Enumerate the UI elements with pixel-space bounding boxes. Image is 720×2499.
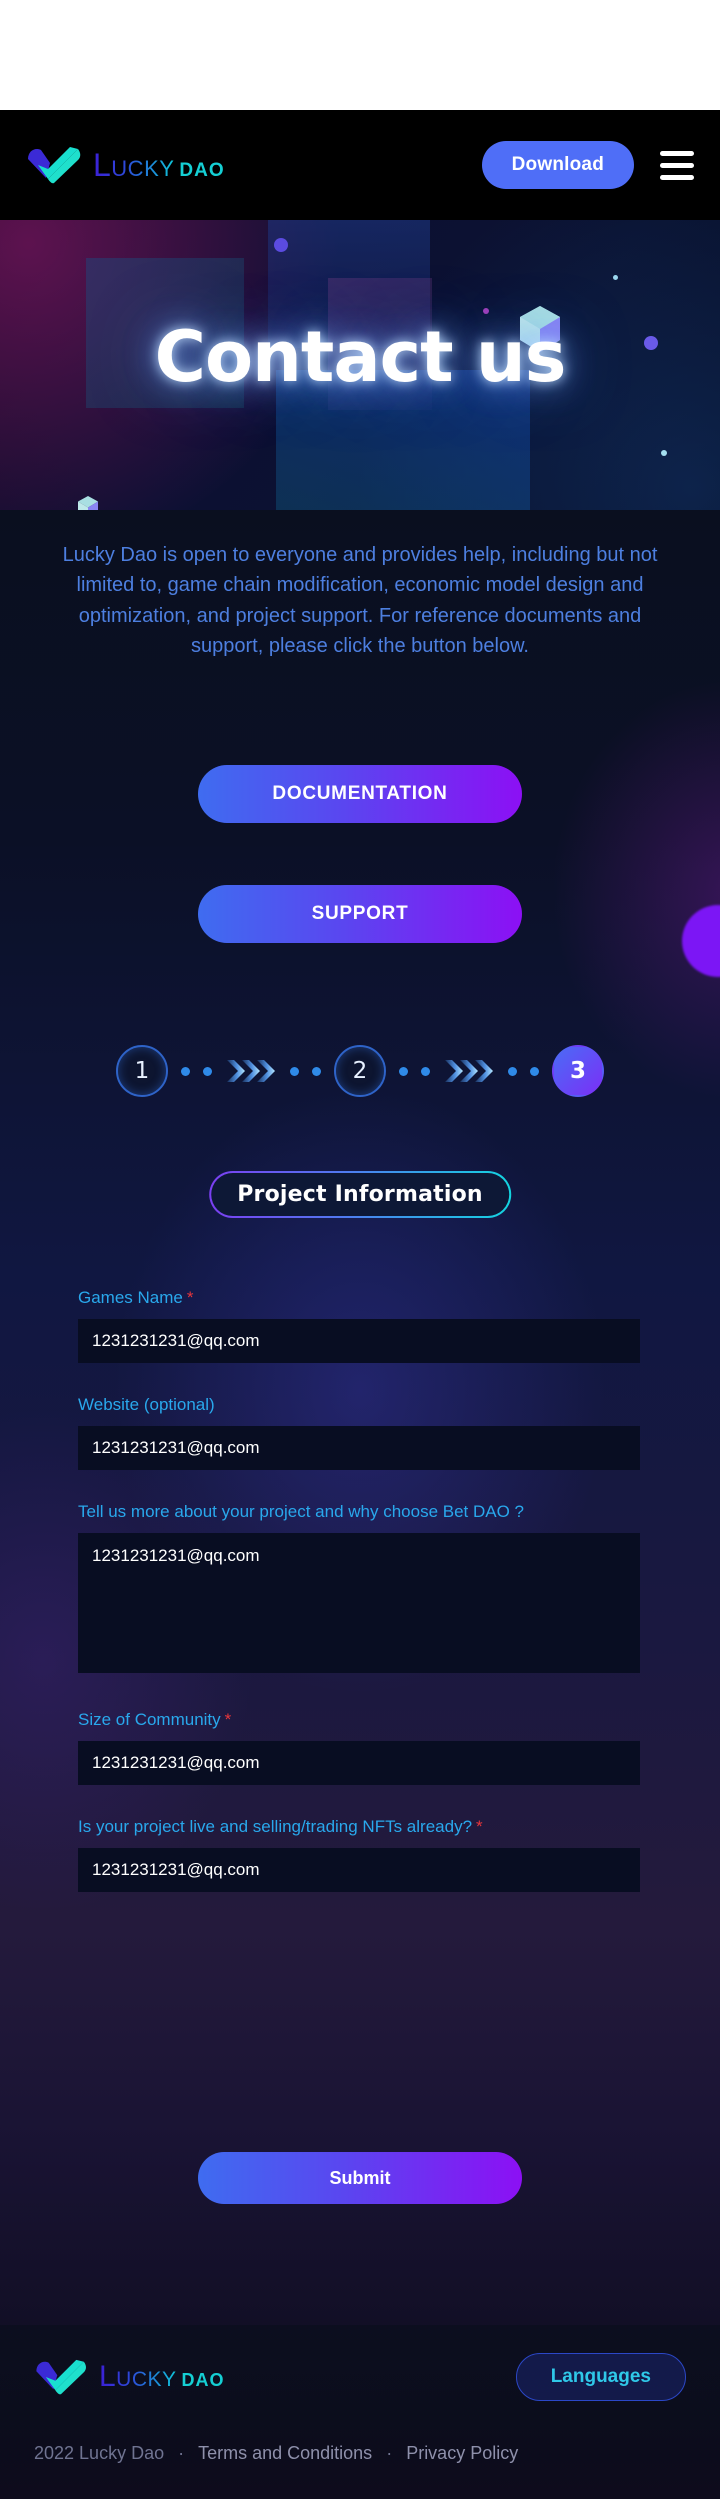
project-description-textarea[interactable]: 1231231231@qq.com (78, 1533, 640, 1673)
progress-dot-icon (290, 1066, 299, 1076)
footer-separator-1: · (178, 2443, 185, 2463)
hero-decor-dot-3 (483, 308, 489, 314)
footer-separator-2: · (386, 2443, 393, 2463)
footer-brand-wordmark: Lucky DAO (99, 2360, 225, 2394)
download-button[interactable]: Download (481, 141, 634, 189)
page-title: Contact us (154, 316, 567, 398)
project-information-form: Games Name* Website (optional) Tell us m… (78, 1288, 640, 1924)
hamburger-menu-icon[interactable] (660, 150, 694, 180)
terms-link[interactable]: Terms and Conditions (198, 2443, 372, 2464)
hamburger-bar-1 (660, 150, 694, 156)
field-label-text: Tell us more about your project and why … (78, 1502, 525, 1521)
size-of-community-input[interactable] (78, 1741, 640, 1785)
field-label-text: Is your project live and selling/trading… (78, 1817, 473, 1836)
intro-paragraph: Lucky Dao is open to everyone and provid… (62, 544, 658, 658)
games-name-input[interactable] (78, 1319, 640, 1363)
required-marker: * (186, 1288, 194, 1307)
chevron-double-right-icon (443, 1058, 495, 1084)
hero-decor-dot-1 (274, 238, 288, 252)
progress-dot-icon (312, 1066, 321, 1076)
stepper-step-2-label: 2 (352, 1058, 368, 1084)
nft-status-input[interactable] (78, 1848, 640, 1892)
required-marker: * (476, 1817, 483, 1836)
section-tab-label: Project Information (211, 1173, 509, 1216)
progress-dot-icon (181, 1066, 190, 1076)
brand-name-secondary: DAO (179, 159, 225, 181)
support-button[interactable]: SUPPORT (198, 885, 522, 943)
stepper-step-3[interactable]: 3 (552, 1045, 604, 1097)
chevron-double-right-icon (225, 1058, 277, 1084)
stepper-step-1[interactable]: 1 (116, 1045, 168, 1097)
hamburger-bar-2 (660, 162, 694, 168)
progress-dot-icon (530, 1066, 539, 1076)
section-tab[interactable]: Project Information (209, 1171, 511, 1218)
checkmark-logo-icon (26, 145, 84, 185)
footer-links: 2022 Lucky Dao · Terms and Conditions · … (0, 2443, 720, 2464)
contact-page: Lucky DAO Download Contact us Lucky Dao … (0, 0, 720, 2499)
field-games-name: Games Name * (78, 1288, 640, 1363)
field-website: Website (optional) (78, 1395, 640, 1470)
field-project-description-label: Tell us more about your project and why … (78, 1502, 640, 1522)
footer-brand-name-primary: Lucky (99, 2360, 177, 2393)
languages-button[interactable]: Languages (515, 2353, 686, 2401)
hamburger-bar-3 (660, 174, 694, 180)
footer-top-row: Lucky DAO Languages (0, 2353, 720, 2401)
hero-decor-dot-5 (661, 450, 667, 456)
website-input[interactable] (78, 1426, 640, 1470)
progress-dot-icon (421, 1066, 430, 1076)
field-label-text: Website (optional) (78, 1395, 215, 1414)
field-size-of-community-label: Size of Community * (78, 1710, 640, 1730)
stepper-step-2[interactable]: 2 (334, 1045, 386, 1097)
site-header: Lucky DAO Download (0, 110, 720, 220)
required-marker: * (224, 1710, 232, 1729)
progress-dot-icon (399, 1066, 408, 1076)
decor-purple-glow (682, 905, 720, 977)
hero-banner: Contact us (0, 220, 720, 510)
submit-button[interactable]: Submit (198, 2152, 522, 2204)
footer-brand-logo[interactable]: Lucky DAO (34, 2358, 225, 2396)
stepper-step-3-label: 3 (569, 1058, 586, 1084)
form-stepper: 1 2 3 (0, 1036, 720, 1106)
field-project-description: Tell us more about your project and why … (78, 1502, 640, 1678)
privacy-link[interactable]: Privacy Policy (406, 2443, 518, 2464)
stepper-connector-1 (168, 1058, 334, 1084)
hero-decor-dot-4 (613, 275, 618, 280)
progress-dot-icon (508, 1066, 517, 1076)
field-size-of-community: Size of Community * (78, 1710, 640, 1785)
footer-copyright: 2022 Lucky Dao (34, 2443, 165, 2463)
checkmark-logo-icon (34, 2358, 90, 2396)
field-nft-status-label: Is your project live and selling/trading… (78, 1817, 640, 1837)
field-games-name-label: Games Name * (78, 1288, 640, 1308)
brand-wordmark: Lucky DAO (93, 147, 225, 184)
site-footer: Lucky DAO Languages 2022 Lucky Dao · Ter… (0, 2325, 720, 2499)
field-label-text: Size of Community (78, 1710, 221, 1729)
documentation-button[interactable]: DOCUMENTATION (198, 765, 522, 823)
field-label-text: Games Name (78, 1288, 183, 1307)
progress-dot-icon (203, 1066, 212, 1076)
footer-brand-name-secondary: DAO (181, 2370, 225, 2390)
field-nft-status: Is your project live and selling/trading… (78, 1817, 640, 1892)
isometric-cube-small-icon (78, 496, 98, 510)
top-white-strip (0, 0, 720, 110)
stepper-connector-2 (386, 1058, 552, 1084)
brand-name-primary: Lucky (93, 146, 175, 183)
field-website-label: Website (optional) (78, 1395, 640, 1415)
brand-logo[interactable]: Lucky DAO (26, 145, 225, 185)
stepper-step-1-label: 1 (134, 1058, 150, 1084)
